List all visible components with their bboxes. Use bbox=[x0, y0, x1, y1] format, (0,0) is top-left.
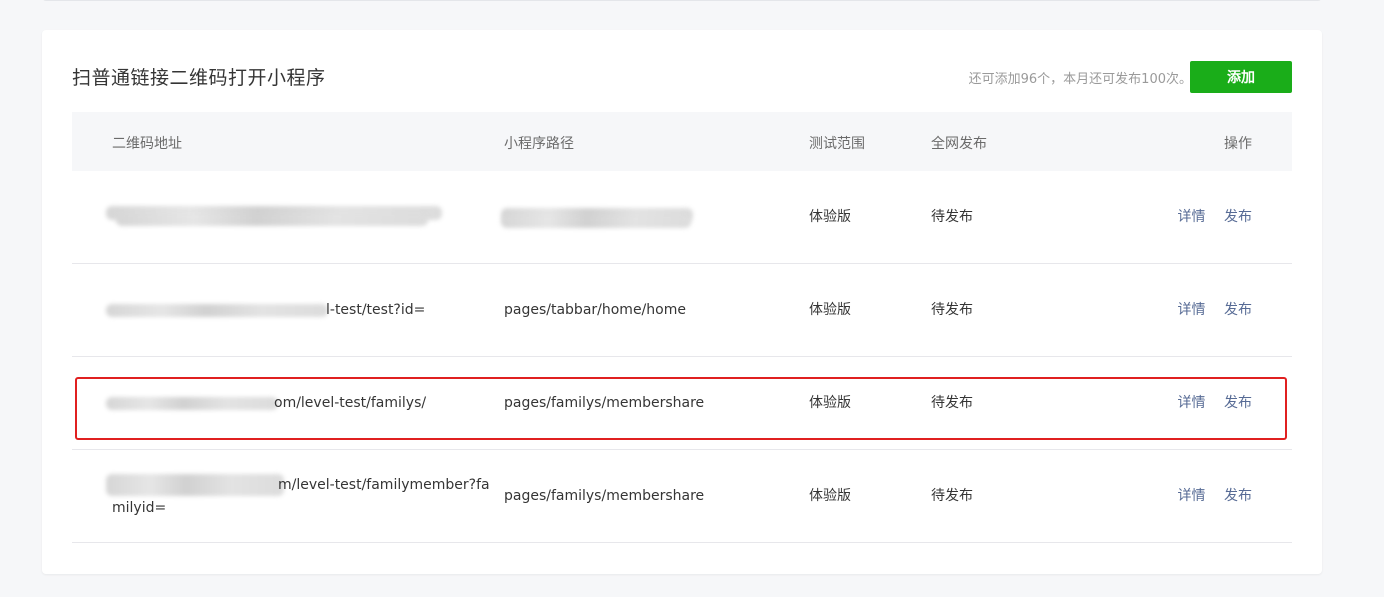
qrcode-url-text: l-test/test?id= bbox=[326, 302, 426, 318]
miniprogram-path: pages/familys/membershare bbox=[504, 395, 705, 411]
detail-link[interactable]: 详情 bbox=[1178, 209, 1206, 225]
table-row: 体验版 待发布 详情 发布 bbox=[72, 171, 1292, 264]
header-publish-status: 全网发布 bbox=[931, 136, 987, 152]
previous-card-edge bbox=[42, 0, 1322, 1]
header-qrcode-url: 二维码地址 bbox=[112, 136, 182, 152]
table-row: l-test/test?id= pages/tabbar/home/home 体… bbox=[72, 264, 1292, 357]
test-scope: 体验版 bbox=[809, 488, 851, 504]
table-row: m/level-test/familymember?fa milyid= pag… bbox=[72, 450, 1292, 543]
publish-status: 待发布 bbox=[931, 209, 973, 225]
detail-link[interactable]: 详情 bbox=[1178, 395, 1206, 411]
add-button[interactable]: 添加 bbox=[1190, 61, 1292, 93]
publish-status: 待发布 bbox=[931, 302, 973, 318]
qrcode-url-text: m/level-test/familymember?fa bbox=[278, 477, 490, 493]
table-row: om/level-test/familys/ pages/familys/mem… bbox=[72, 357, 1292, 450]
redacted-url bbox=[106, 397, 278, 410]
header-operations: 操作 bbox=[1224, 136, 1252, 152]
qrcode-url-text: om/level-test/familys/ bbox=[274, 395, 427, 411]
redacted-path bbox=[501, 216, 691, 228]
test-scope: 体验版 bbox=[809, 209, 851, 225]
publish-status: 待发布 bbox=[931, 395, 973, 411]
redacted-url bbox=[116, 214, 428, 226]
release-link[interactable]: 发布 bbox=[1224, 209, 1252, 225]
quota-tip: 还可添加96个，本月还可发布100次。 bbox=[968, 72, 1192, 87]
row-operations: 详情 发布 bbox=[1164, 301, 1252, 319]
qrcode-url-text-continued: milyid= bbox=[112, 500, 167, 516]
release-link[interactable]: 发布 bbox=[1224, 488, 1252, 504]
detail-link[interactable]: 详情 bbox=[1178, 488, 1206, 504]
qrcode-rules-panel: 扫普通链接二维码打开小程序 还可添加96个，本月还可发布100次。 添加 二维码… bbox=[42, 30, 1322, 574]
test-scope: 体验版 bbox=[809, 302, 851, 318]
table-header: 二维码地址 小程序路径 测试范围 全网发布 操作 bbox=[72, 112, 1292, 171]
row-operations: 详情 发布 bbox=[1164, 487, 1252, 505]
detail-link[interactable]: 详情 bbox=[1178, 302, 1206, 318]
redacted-url bbox=[106, 304, 328, 317]
release-link[interactable]: 发布 bbox=[1224, 395, 1252, 411]
miniprogram-path: pages/familys/membershare bbox=[504, 488, 705, 504]
redacted-url bbox=[106, 474, 284, 496]
row-operations: 详情 发布 bbox=[1164, 208, 1252, 226]
header-test-scope: 测试范围 bbox=[809, 136, 865, 152]
row-operations: 详情 发布 bbox=[1164, 394, 1252, 412]
header-miniprogram-path: 小程序路径 bbox=[504, 136, 574, 152]
panel-title: 扫普通链接二维码打开小程序 bbox=[72, 67, 326, 89]
publish-status: 待发布 bbox=[931, 488, 973, 504]
release-link[interactable]: 发布 bbox=[1224, 302, 1252, 318]
test-scope: 体验版 bbox=[809, 395, 851, 411]
qrcode-url-cell bbox=[106, 206, 487, 228]
miniprogram-path: pages/tabbar/home/home bbox=[504, 302, 686, 318]
qrcode-rules-table: 二维码地址 小程序路径 测试范围 全网发布 操作 体验版 待发布 详情 发布 l… bbox=[72, 112, 1292, 543]
